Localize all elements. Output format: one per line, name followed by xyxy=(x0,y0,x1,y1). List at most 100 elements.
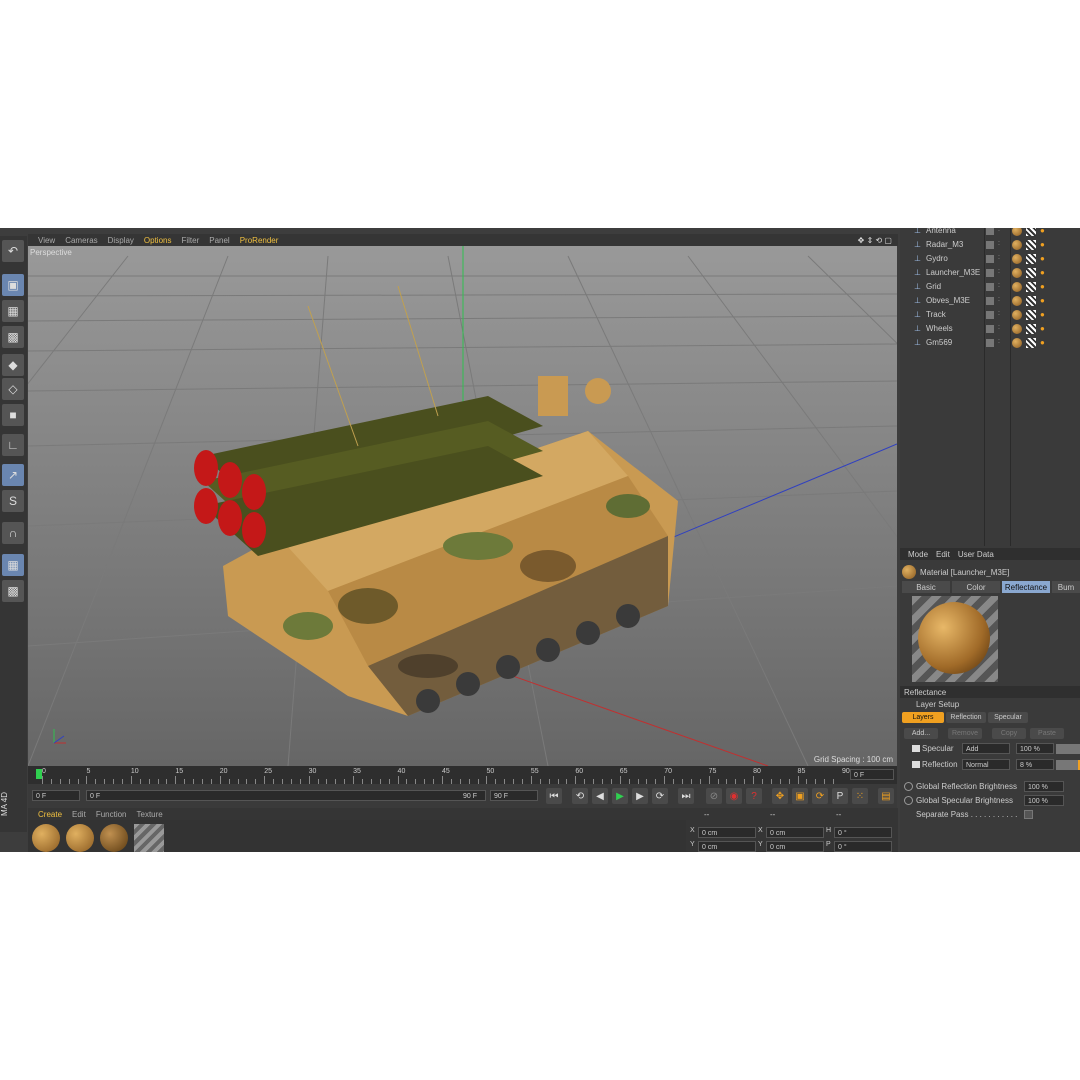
layer-strength-slider[interactable] xyxy=(1056,760,1080,770)
layer-toggle-icon[interactable] xyxy=(986,283,994,291)
reflection-tab[interactable]: Reflection xyxy=(946,712,986,723)
end-frame-field[interactable]: 90 F xyxy=(490,790,538,801)
attr-menu-edit[interactable]: Edit xyxy=(936,550,950,559)
tag-icon[interactable]: ● xyxy=(1040,254,1045,263)
tag-icon[interactable]: ● xyxy=(1040,282,1045,291)
layer-strength[interactable]: 8 % xyxy=(1016,759,1054,770)
menu-texture[interactable]: Texture xyxy=(137,810,163,819)
menu-prorender[interactable]: ProRender xyxy=(240,236,279,245)
edges-mode-icon[interactable]: ◇ xyxy=(2,378,24,400)
visibility-dots-icon[interactable]: : xyxy=(998,240,1000,247)
menu-display[interactable]: Display xyxy=(108,236,134,245)
layer-toggle-icon[interactable] xyxy=(986,325,994,333)
move-key-icon[interactable]: ✥ xyxy=(772,788,788,804)
texture-tag-icon[interactable] xyxy=(1026,324,1036,334)
menu-filter[interactable]: Filter xyxy=(181,236,199,245)
visibility-dots-icon[interactable]: : xyxy=(998,268,1000,275)
attr-menu-mode[interactable]: Mode xyxy=(908,550,928,559)
layer-toggle-icon[interactable] xyxy=(986,269,994,277)
workplane-icon[interactable]: ▩ xyxy=(2,326,24,348)
tag-icon[interactable]: ● xyxy=(1040,240,1045,249)
object-row[interactable]: ⊥ Grid: ● xyxy=(900,280,1080,294)
visibility-dots-icon[interactable]: : xyxy=(998,296,1000,303)
timeline-window-icon[interactable]: ▤ xyxy=(878,788,894,804)
material-preview[interactable] xyxy=(912,596,998,682)
object-row[interactable]: ⊥ Obves_M3E: ● xyxy=(900,294,1080,308)
pos-y-field[interactable]: 0 cm xyxy=(698,841,756,852)
menu-panel[interactable]: Panel xyxy=(209,236,229,245)
layer-toggle-icon[interactable] xyxy=(986,241,994,249)
rot-p-field[interactable]: 0 ° xyxy=(834,841,892,852)
pla-key-icon[interactable]: ⁙ xyxy=(852,788,868,804)
start-frame-field[interactable]: 0 F xyxy=(32,790,80,801)
tab-basic[interactable]: Basic xyxy=(902,581,950,593)
menu-function[interactable]: Function xyxy=(96,810,127,819)
size-y-field[interactable]: 0 cm xyxy=(766,841,824,852)
object-row[interactable]: ⊥ Gm569: ● xyxy=(900,336,1080,350)
layer-blend-mode[interactable]: Normal xyxy=(962,759,1010,770)
menu-view[interactable]: View xyxy=(38,236,55,245)
object-row[interactable]: ⊥ Track: ● xyxy=(900,308,1080,322)
visibility-dots-icon[interactable]: : xyxy=(998,228,1000,233)
material-swatch[interactable] xyxy=(32,824,60,852)
tweak-mode-icon[interactable]: ↗ xyxy=(2,464,24,486)
material-swatch[interactable] xyxy=(66,824,94,852)
tag-icon[interactable]: ● xyxy=(1040,268,1045,277)
layer-toggle-icon[interactable] xyxy=(986,297,994,305)
layer-visibility-icon[interactable] xyxy=(912,761,920,768)
polygons-mode-icon[interactable]: ■ xyxy=(2,404,24,426)
tag-icon[interactable]: ● xyxy=(1040,324,1045,333)
axis-mode-icon[interactable]: ∟ xyxy=(2,434,24,456)
undo-icon[interactable]: ↶ xyxy=(2,240,24,262)
separate-pass-checkbox[interactable] xyxy=(1024,810,1033,819)
menu-options[interactable]: Options xyxy=(144,236,172,245)
layer-blend-mode[interactable]: Add xyxy=(962,743,1010,754)
texture-tag-icon[interactable] xyxy=(1026,282,1036,292)
material-tag-icon[interactable] xyxy=(1012,240,1022,250)
material-swatch[interactable] xyxy=(100,824,128,852)
texture-tag-icon[interactable] xyxy=(1026,296,1036,306)
timeline-ruler[interactable]: 0 5 10 15 20 25 30 35 40 45 50 55 60 65 70 75 80 85 90 0 F xyxy=(28,766,897,784)
tag-icon[interactable]: ● xyxy=(1040,228,1045,235)
material-tag-icon[interactable] xyxy=(1012,228,1022,236)
object-row[interactable]: ⊥ Wheels: ● xyxy=(900,322,1080,336)
layer-strength-slider[interactable] xyxy=(1056,744,1080,754)
menu-cameras[interactable]: Cameras xyxy=(65,236,97,245)
layers-tab[interactable]: Layers xyxy=(902,712,944,723)
add-layer-button[interactable]: Add... xyxy=(904,728,938,739)
layer-toggle-icon[interactable] xyxy=(986,255,994,263)
texture-tag-icon[interactable] xyxy=(1026,228,1036,236)
specular-tab[interactable]: Specular xyxy=(988,712,1028,723)
material-tag-icon[interactable] xyxy=(1012,324,1022,334)
keyframe-radio[interactable] xyxy=(904,782,913,791)
snap-icon[interactable]: S xyxy=(2,490,24,512)
menu-create[interactable]: Create xyxy=(38,810,62,819)
texture-tag-icon[interactable] xyxy=(1026,338,1036,348)
record-icon[interactable]: ◉ xyxy=(726,788,742,804)
record-off-icon[interactable]: ⊘ xyxy=(706,788,722,804)
pos-x-field[interactable]: 0 cm xyxy=(698,827,756,838)
rot-h-field[interactable]: 0 ° xyxy=(834,827,892,838)
texture-mode-icon[interactable]: ▦ xyxy=(2,300,24,322)
layer-toggle-icon[interactable] xyxy=(986,339,994,347)
play-icon[interactable]: ▶ xyxy=(612,788,628,804)
planar-workplane-icon[interactable]: ▩ xyxy=(2,580,24,602)
tag-icon[interactable]: ● xyxy=(1040,338,1045,347)
visibility-dots-icon[interactable]: : xyxy=(998,324,1000,331)
scale-key-icon[interactable]: ▣ xyxy=(792,788,808,804)
copy-layer-button[interactable]: Copy xyxy=(992,728,1026,739)
global-reflection-field[interactable]: 100 % xyxy=(1024,781,1064,792)
material-swatch[interactable] xyxy=(134,824,164,852)
points-mode-icon[interactable]: ◆ xyxy=(2,354,24,376)
preview-range-slider[interactable]: 0 F 90 F xyxy=(86,790,486,801)
remove-layer-button[interactable]: Remove xyxy=(948,728,982,739)
go-to-start-icon[interactable]: ⏮ xyxy=(546,788,562,804)
step-forward-icon[interactable]: ▶ xyxy=(632,788,648,804)
texture-tag-icon[interactable] xyxy=(1026,268,1036,278)
texture-tag-icon[interactable] xyxy=(1026,254,1036,264)
tab-reflectance[interactable]: Reflectance xyxy=(1002,581,1050,593)
material-tag-icon[interactable] xyxy=(1012,296,1022,306)
step-back-icon[interactable]: ◀ xyxy=(592,788,608,804)
paste-layer-button[interactable]: Paste xyxy=(1030,728,1064,739)
texture-tag-icon[interactable] xyxy=(1026,310,1036,320)
